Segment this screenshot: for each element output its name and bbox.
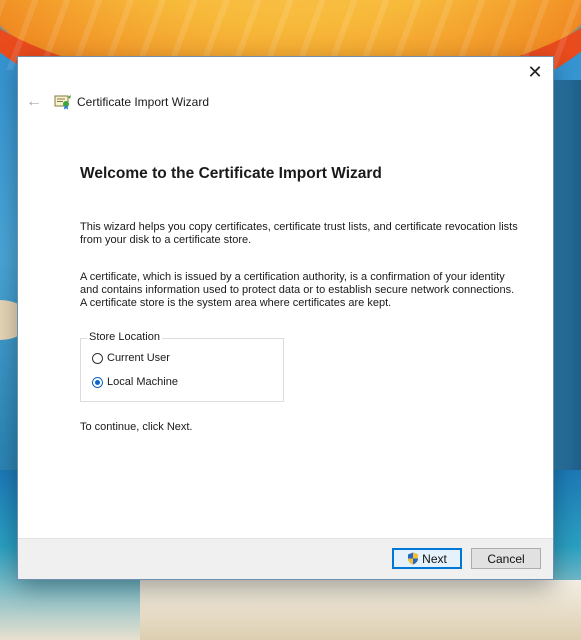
wizard-header: ← Certificate Import Wizard — [18, 87, 553, 117]
page-title: Welcome to the Certificate Import Wizard — [80, 165, 382, 182]
intro-paragraph: This wizard helps you copy certificates,… — [80, 221, 518, 246]
radio-button-checked[interactable] — [92, 376, 103, 388]
continue-instruction: To continue, click Next. — [80, 421, 193, 433]
radio-label-current-user: Current User — [107, 352, 170, 364]
certificate-icon — [54, 95, 71, 110]
radio-current-user[interactable]: Current User — [92, 352, 170, 364]
certificate-description-paragraph: A certificate, which is issued by a cert… — [80, 271, 515, 309]
cancel-button-label: Cancel — [487, 551, 525, 566]
store-location-legend: Store Location — [87, 331, 162, 343]
certificate-import-wizard-dialog: ✕ ← Certificate Import Wizard Welcome to… — [18, 57, 553, 579]
next-button-label: Next — [422, 551, 447, 566]
cancel-button[interactable]: Cancel — [471, 548, 541, 569]
store-location-group: Store Location Current User Local Machin… — [80, 331, 284, 402]
titlebar: ✕ — [18, 57, 553, 87]
radio-local-machine[interactable]: Local Machine — [92, 376, 178, 388]
radio-button-unchecked[interactable] — [92, 352, 103, 364]
uac-shield-icon — [408, 552, 419, 565]
wizard-title: Certificate Import Wizard — [77, 95, 210, 109]
back-arrow-icon[interactable]: ← — [24, 93, 44, 111]
wallpaper-beach — [140, 580, 581, 640]
next-button[interactable]: Next — [392, 548, 462, 569]
close-button[interactable]: ✕ — [517, 57, 553, 87]
radio-label-local-machine: Local Machine — [107, 376, 178, 388]
close-icon: ✕ — [527, 61, 543, 82]
wizard-footer: Next Cancel — [18, 538, 553, 579]
